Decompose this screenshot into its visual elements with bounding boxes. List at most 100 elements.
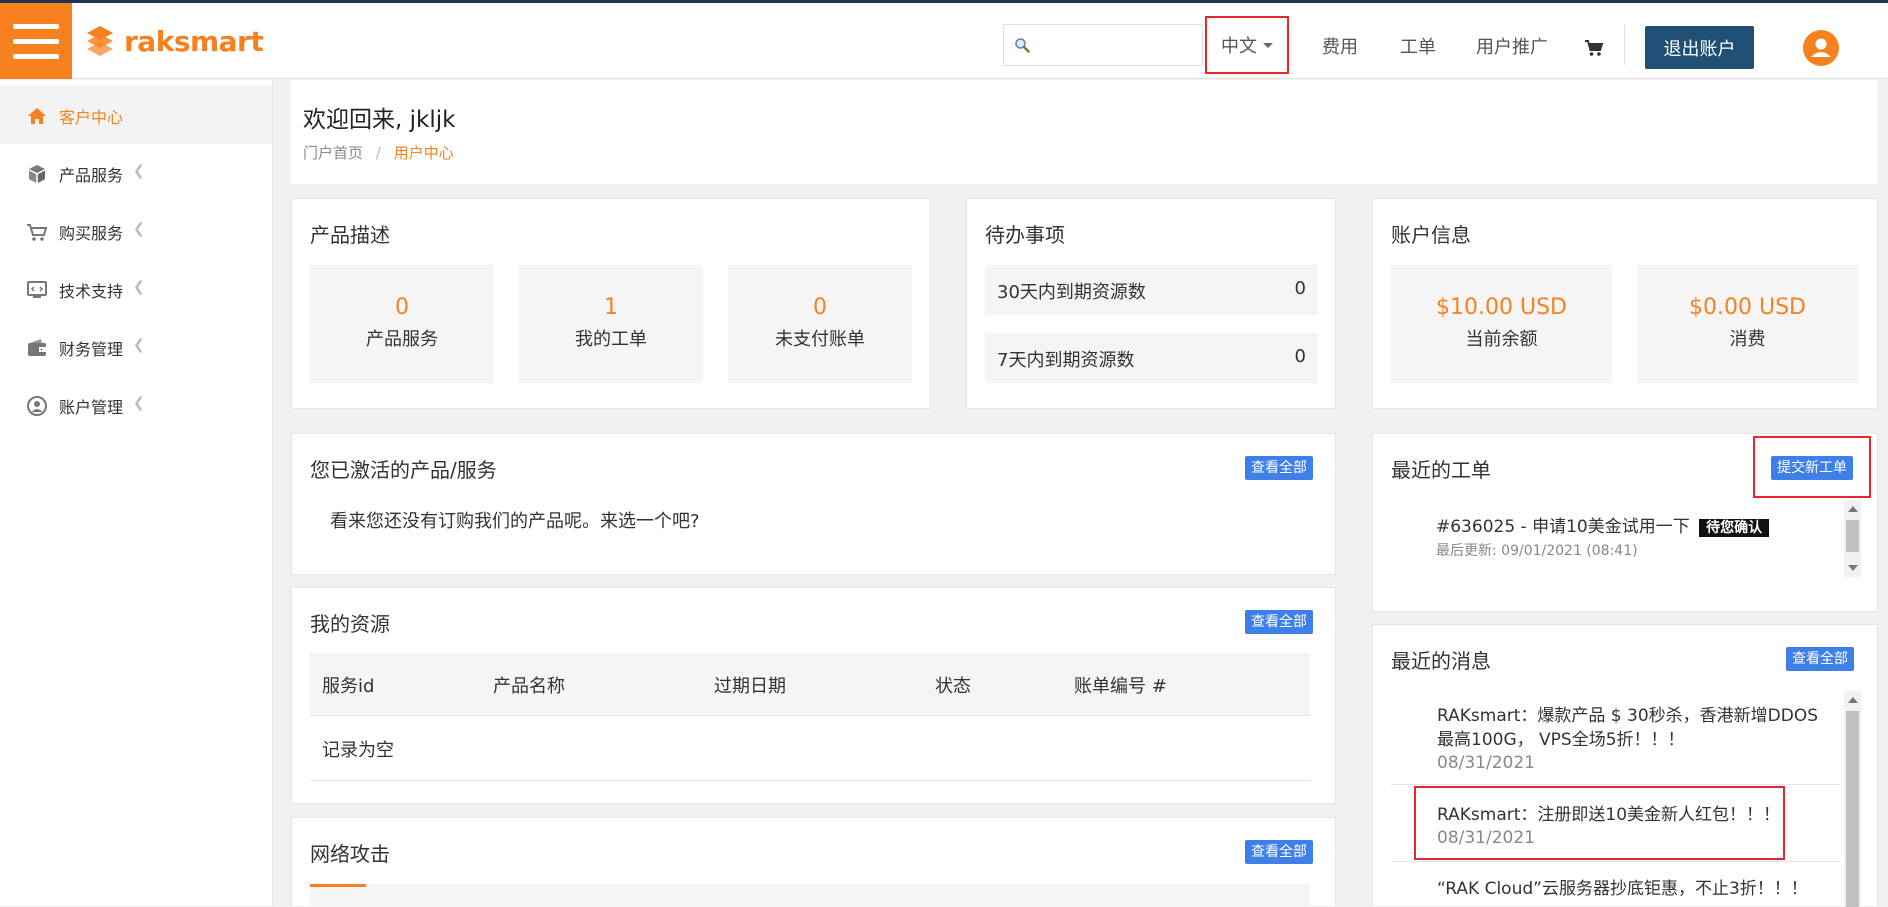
empty-table-message: 记录为空 xyxy=(322,740,394,761)
stat-unpaid-bills[interactable]: 0 未支付账单 xyxy=(728,265,912,383)
sidebar-item-support[interactable]: 技术支持 ❮ xyxy=(0,260,272,318)
news-list: RAKsmart：爆款产品 $ 30秒杀，香港新增DDOS 最高100G， VP… xyxy=(1391,691,1861,907)
column-header[interactable]: 账单编号 # xyxy=(1074,672,1167,698)
todo-label: 30天内到期资源数 xyxy=(997,282,1146,303)
table-header: 服务id 产品名称 过期日期 状态 账单编号 # xyxy=(310,653,1310,715)
todo-row: 7天内到期资源数 0 xyxy=(985,333,1318,383)
column-header[interactable]: 过期日期 xyxy=(714,672,786,698)
search-input[interactable] xyxy=(1036,31,1196,59)
row-divider xyxy=(1391,861,1841,862)
cart-icon xyxy=(27,224,48,241)
logo-text: raksmart xyxy=(124,24,264,58)
table-header xyxy=(310,884,1310,907)
welcome-panel: 欢迎回来, jkljk 门户首页 / 用户中心 xyxy=(291,80,1878,184)
view-all-attacks-button[interactable]: 查看全部 xyxy=(1245,840,1313,864)
logo-mark-icon xyxy=(87,26,113,56)
ticket-item[interactable]: #636025 - 申请10美金试用一下 待您确认 xyxy=(1436,512,1770,537)
view-all-news-button[interactable]: 查看全部 xyxy=(1786,647,1854,671)
chevron-left-icon: ❮ xyxy=(133,395,145,411)
stat-value: 0 xyxy=(395,295,409,320)
card-title: 网络攻击 xyxy=(310,842,390,866)
status-badge: 待您确认 xyxy=(1699,519,1770,537)
sidebar-item-finance[interactable]: 财务管理 ❮ xyxy=(0,318,272,376)
sidebar-item-customer-center[interactable]: 客户中心 xyxy=(0,86,272,144)
stat-value: 1 xyxy=(604,295,618,320)
todo-value: 0 xyxy=(1294,346,1306,367)
news-item[interactable]: RAKsmart：爆款产品 $ 30秒杀，香港新增DDOS 最高100G， VP… xyxy=(1437,704,1818,752)
news-scrollbar[interactable] xyxy=(1844,691,1861,907)
stat-label: 产品服务 xyxy=(366,329,438,350)
news-item[interactable]: RAKsmart：注册即送10美金新人红包！！！ xyxy=(1437,803,1780,827)
column-header[interactable]: 产品名称 xyxy=(493,672,565,698)
page-title: 欢迎回来, jkljk xyxy=(303,107,456,133)
stat-tickets[interactable]: 1 我的工单 xyxy=(519,265,703,383)
scrollbar-thumb[interactable] xyxy=(1846,711,1859,907)
ticket-scrollbar[interactable] xyxy=(1844,500,1861,577)
breadcrumb-home-link[interactable]: 门户首页 xyxy=(303,144,363,162)
stat-products[interactable]: 0 产品服务 xyxy=(310,265,494,383)
stat-value: $0.00 USD xyxy=(1689,295,1806,320)
chevron-left-icon: ❮ xyxy=(133,163,145,179)
tab-indicator xyxy=(310,884,366,887)
news-title[interactable]: “RAK Cloud”云服务器抄底钜惠，不止3折！！！ xyxy=(1437,877,1808,901)
sidebar-item-label: 技术支持 xyxy=(59,282,124,301)
row-divider xyxy=(310,780,1310,781)
scroll-up-icon[interactable] xyxy=(1848,506,1858,512)
todo-card: 待办事项 30天内到期资源数 0 7天内到期资源数 0 xyxy=(966,198,1336,409)
support-icon xyxy=(27,281,47,298)
sidebar: 客户中心 产品服务 ❮ 购买服务 ❮ 技术支持 ❮ 财务管理 ❮ 账户管理 ❮ xyxy=(0,80,273,906)
news-title[interactable]: RAKsmart：爆款产品 $ 30秒杀，香港新增DDOS xyxy=(1437,704,1818,728)
hamburger-menu-button[interactable] xyxy=(0,3,72,79)
scrollbar-thumb[interactable] xyxy=(1846,520,1859,552)
language-dropdown[interactable]: 中文 xyxy=(1205,16,1289,74)
person-icon xyxy=(1811,38,1831,57)
chevron-left-icon: ❮ xyxy=(133,221,145,237)
stat-label: 我的工单 xyxy=(575,329,647,350)
top-header: raksmart 中文 费用 工单 用户推广 退出账户 xyxy=(0,3,1888,79)
stat-label: 当前余额 xyxy=(1465,329,1538,350)
menu-bar xyxy=(13,53,59,59)
card-title: 我的资源 xyxy=(310,612,390,636)
recent-news-card: 最近的消息 查看全部 RAKsmart：爆款产品 $ 30秒杀，香港新增DDOS… xyxy=(1372,624,1878,907)
sidebar-item-purchase[interactable]: 购买服务 ❮ xyxy=(0,202,272,260)
chevron-left-icon: ❮ xyxy=(133,337,145,353)
card-title: 待办事项 xyxy=(985,223,1065,247)
view-all-resources-button[interactable]: 查看全部 xyxy=(1245,610,1313,634)
stat-balance: $10.00 USD 当前余额 xyxy=(1391,265,1612,383)
sidebar-item-label: 产品服务 xyxy=(59,166,124,185)
ticket-title[interactable]: #636025 - 申请10美金试用一下 xyxy=(1436,517,1690,537)
raksmart-logo[interactable]: raksmart xyxy=(84,23,264,59)
column-header[interactable]: 状态 xyxy=(935,672,971,698)
stat-value: $10.00 USD xyxy=(1436,295,1567,320)
card-title: 账户信息 xyxy=(1391,223,1471,247)
news-date: 08/31/2021 xyxy=(1437,753,1535,773)
view-all-products-button[interactable]: 查看全部 xyxy=(1245,456,1313,480)
search-box[interactable] xyxy=(1003,24,1203,66)
logout-button[interactable]: 退出账户 xyxy=(1645,26,1754,69)
news-title[interactable]: RAKsmart：注册即送10美金新人红包！！！ xyxy=(1437,803,1780,827)
nav-link-affiliate[interactable]: 用户推广 xyxy=(1476,33,1548,59)
sidebar-item-products[interactable]: 产品服务 ❮ xyxy=(0,144,272,202)
stat-label: 消费 xyxy=(1729,329,1766,350)
sidebar-item-account[interactable]: 账户管理 ❮ xyxy=(0,376,272,434)
new-ticket-button[interactable]: 提交新工单 xyxy=(1771,456,1853,480)
todo-label: 7天内到期资源数 xyxy=(997,350,1135,371)
breadcrumb: 门户首页 / 用户中心 xyxy=(303,142,454,163)
news-title-cont[interactable]: 最高100G， VPS全场5折！！！ xyxy=(1437,728,1818,752)
wallet-icon xyxy=(28,339,46,356)
nav-link-tickets[interactable]: 工单 xyxy=(1400,33,1436,59)
breadcrumb-separator: / xyxy=(375,144,381,162)
sidebar-item-label: 账户管理 xyxy=(59,398,124,417)
scroll-up-icon[interactable] xyxy=(1848,697,1858,703)
column-header[interactable]: 服务id xyxy=(322,672,374,698)
scroll-down-icon[interactable] xyxy=(1848,565,1858,571)
stat-value: 0 xyxy=(813,295,827,320)
news-item[interactable]: “RAK Cloud”云服务器抄底钜惠，不止3折！！！ xyxy=(1437,877,1808,901)
chevron-down-icon xyxy=(1263,42,1273,48)
card-title: 最近的消息 xyxy=(1391,649,1491,673)
cart-icon[interactable] xyxy=(1584,39,1604,57)
menu-bar xyxy=(13,38,59,44)
nav-link-billing[interactable]: 费用 xyxy=(1322,33,1358,59)
empty-products-message: 看来您还没有订购我们的产品呢。来选一个吧? xyxy=(330,511,700,532)
user-avatar-icon[interactable] xyxy=(1803,30,1839,66)
